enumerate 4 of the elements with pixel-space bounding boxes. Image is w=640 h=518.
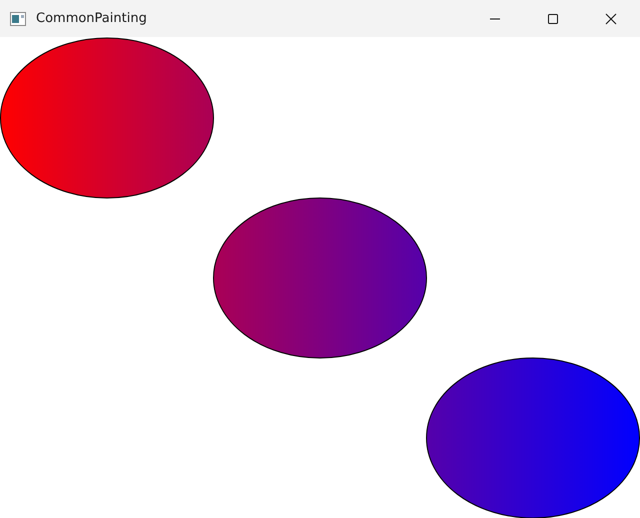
window-title: CommonPainting	[36, 11, 148, 26]
close-icon	[605, 12, 617, 24]
app-icon	[10, 12, 26, 26]
maximize-icon	[547, 12, 559, 24]
